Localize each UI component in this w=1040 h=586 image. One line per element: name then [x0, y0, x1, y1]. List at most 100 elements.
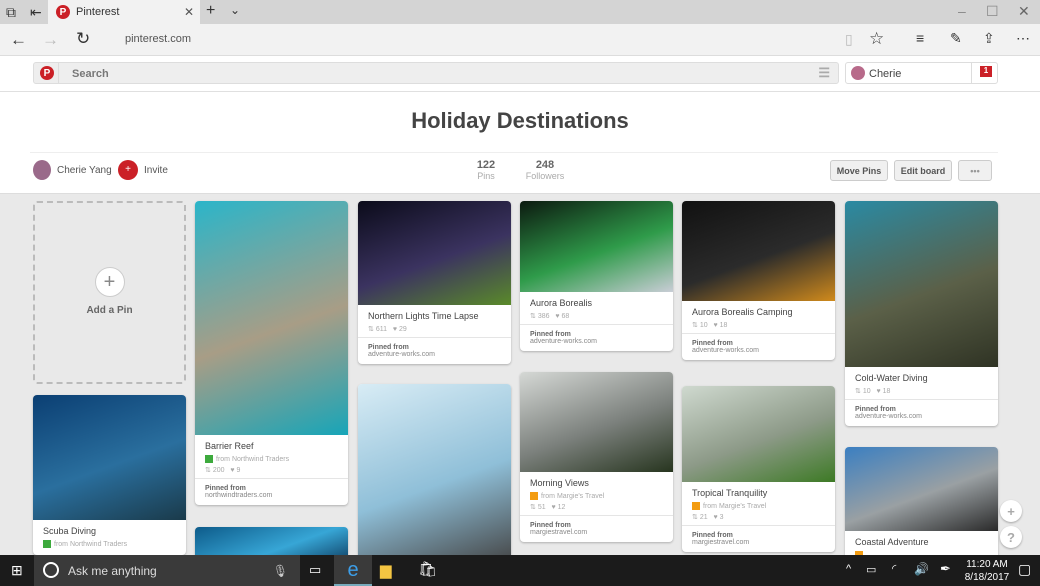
- refresh-icon[interactable]: ↻: [76, 29, 90, 49]
- heart-icon: ♥: [230, 467, 235, 474]
- followers-count[interactable]: 248 Followers: [520, 159, 570, 181]
- pin-card[interactable]: Barrier Reef from Northwind Traders ⇅ 200 …: [195, 201, 348, 505]
- pin-image[interactable]: [845, 201, 998, 367]
- pin-title[interactable]: Morning Views: [530, 478, 663, 488]
- pin-title[interactable]: Barrier Reef: [205, 441, 338, 451]
- invite-link[interactable]: Invite: [144, 165, 168, 176]
- pin-image[interactable]: [682, 201, 835, 301]
- close-window-icon[interactable]: ✕: [1018, 3, 1030, 20]
- pinned-from[interactable]: Pinned from margiestravel.com: [520, 515, 673, 542]
- pinned-from[interactable]: Pinned from margiestravel.com: [682, 525, 835, 552]
- pin-title[interactable]: Coastal Adventure: [855, 537, 988, 547]
- action-center-icon[interactable]: ▢: [1018, 561, 1031, 578]
- pin-card[interactable]: Cold-Water Diving ⇅ 10 ♥ 18 Pinned from adv…: [845, 201, 998, 426]
- heart-icon: ♥: [392, 326, 397, 333]
- pin-title[interactable]: Northern Lights Time Lapse: [368, 311, 501, 321]
- pin-title[interactable]: Tropical Tranquility: [692, 488, 825, 498]
- pin-image[interactable]: [520, 372, 673, 472]
- pins-count[interactable]: 122 Pins: [466, 159, 506, 181]
- owner-avatar[interactable]: [33, 160, 51, 180]
- pin-card[interactable]: Northern Lights Time Lapse ⇅ 611 ♥ 29 Pinn…: [358, 201, 511, 364]
- add-pin-button[interactable]: + Add a Pin: [33, 201, 186, 384]
- help-icon[interactable]: ?: [1000, 526, 1022, 548]
- edit-board-button[interactable]: Edit board: [894, 160, 952, 181]
- task-view-icon[interactable]: ▭: [309, 562, 321, 578]
- repin-icon: ⇅: [855, 388, 861, 395]
- more-icon[interactable]: ⋯: [1016, 30, 1030, 47]
- pin-title[interactable]: Scuba Diving: [43, 526, 176, 536]
- pin-image[interactable]: [195, 201, 348, 435]
- close-tab-icon[interactable]: ✕: [184, 5, 194, 19]
- file-explorer-icon[interactable]: ▆: [380, 561, 392, 579]
- cortana-search[interactable]: Ask me anything 🎙: [34, 555, 300, 586]
- add-fab-icon[interactable]: +: [1000, 500, 1022, 522]
- pinned-from[interactable]: Pinned from adventure-works.com: [682, 333, 835, 360]
- hub-icon[interactable]: ≡: [916, 30, 924, 46]
- clock[interactable]: 11:20 AM 8/18/2017: [962, 558, 1012, 584]
- microphone-icon[interactable]: 🎙: [273, 564, 288, 578]
- maximize-icon[interactable]: ☐: [986, 3, 999, 20]
- pin-title[interactable]: Aurora Borealis: [530, 298, 663, 308]
- pen-icon[interactable]: ✒: [940, 561, 951, 577]
- repin-icon: ⇅: [205, 467, 211, 474]
- store-icon[interactable]: 🛍: [418, 560, 437, 578]
- forward-icon[interactable]: →: [42, 30, 59, 50]
- heart-icon: ♥: [713, 322, 718, 329]
- pin-image[interactable]: [682, 386, 835, 482]
- windows-start-icon[interactable]: ⊞: [11, 562, 23, 579]
- user-button[interactable]: Cherie 1: [845, 62, 998, 84]
- pin-image[interactable]: [845, 447, 998, 531]
- pinned-from[interactable]: Pinned from northwindtraders.com: [195, 478, 348, 505]
- pinterest-logo-icon[interactable]: P: [40, 66, 54, 80]
- pin-stats: ⇅ 21 ♥ 3: [692, 514, 724, 521]
- show-hidden-icons[interactable]: ^: [846, 563, 851, 575]
- web-note-icon[interactable]: ✎: [950, 30, 962, 47]
- volume-icon[interactable]: 🔊: [914, 562, 929, 576]
- repin-icon: ⇅: [530, 313, 536, 320]
- pin-card[interactable]: Aurora Borealis Camping ⇅ 10 ♥ 18 Pinned f…: [682, 201, 835, 360]
- network-icon[interactable]: ◜: [892, 562, 896, 575]
- pin-source[interactable]: from Northwind Traders: [43, 540, 176, 548]
- new-tab-icon[interactable]: +: [206, 2, 215, 20]
- tab-preview-icon[interactable]: ⧉: [6, 4, 16, 21]
- pin-card[interactable]: Tropical Tranquility from Margie's Travel…: [682, 386, 835, 552]
- back-icon[interactable]: ←: [10, 30, 27, 50]
- set-aside-tabs-icon[interactable]: ⇤: [30, 4, 42, 21]
- pin-image[interactable]: [520, 201, 673, 292]
- pinned-from[interactable]: Pinned from adventure-works.com: [845, 399, 998, 426]
- pin-card[interactable]: Coastal Adventure: [845, 447, 998, 566]
- url-field[interactable]: pinterest.com: [125, 33, 191, 45]
- pin-card[interactable]: [358, 384, 511, 564]
- invite-icon[interactable]: +: [118, 160, 138, 180]
- pin-card[interactable]: Scuba Diving from Northwind Traders: [33, 395, 186, 555]
- pin-card[interactable]: Morning Views from Margie's Travel ⇅ 51 ♥ …: [520, 372, 673, 542]
- pin-title[interactable]: Aurora Borealis Camping: [692, 307, 825, 317]
- more-options-button[interactable]: •••: [958, 160, 992, 181]
- pinned-from[interactable]: Pinned from adventure-works.com: [520, 324, 673, 351]
- move-pins-button[interactable]: Move Pins: [830, 160, 888, 181]
- repin-icon: ⇅: [368, 326, 374, 333]
- pin-source[interactable]: from Margie's Travel: [692, 502, 825, 510]
- tab-list-chevron-icon[interactable]: ⌄: [230, 3, 240, 17]
- pin-card[interactable]: Aurora Borealis ⇅ 386 ♥ 68 Pinned from adve…: [520, 201, 673, 351]
- pin-image[interactable]: [358, 201, 511, 305]
- share-icon[interactable]: ⇪: [983, 30, 995, 47]
- pin-title[interactable]: Cold-Water Diving: [855, 373, 988, 383]
- search-input[interactable]: P Search ☰: [33, 62, 839, 84]
- favorite-star-icon[interactable]: ☆: [869, 29, 884, 49]
- pin-image[interactable]: [33, 395, 186, 520]
- pin-source[interactable]: from Margie's Travel: [530, 492, 663, 500]
- pin-source[interactable]: from Northwind Traders: [205, 455, 338, 463]
- tab-pinterest[interactable]: P Pinterest ✕: [48, 0, 200, 24]
- pin-image[interactable]: [358, 384, 511, 564]
- reading-view-icon[interactable]: ▯: [845, 31, 853, 48]
- edge-icon[interactable]: e: [334, 555, 372, 586]
- minimize-icon[interactable]: –: [958, 3, 966, 19]
- pinned-from[interactable]: Pinned from adventure-works.com: [358, 337, 511, 364]
- notification-badge[interactable]: 1: [980, 66, 992, 77]
- menu-icon[interactable]: ☰: [818, 65, 830, 81]
- owner-name[interactable]: Cherie Yang: [57, 165, 112, 176]
- user-name: Cherie: [869, 68, 902, 80]
- page-title: Holiday Destinations: [411, 108, 629, 133]
- battery-icon[interactable]: ▭: [866, 563, 876, 576]
